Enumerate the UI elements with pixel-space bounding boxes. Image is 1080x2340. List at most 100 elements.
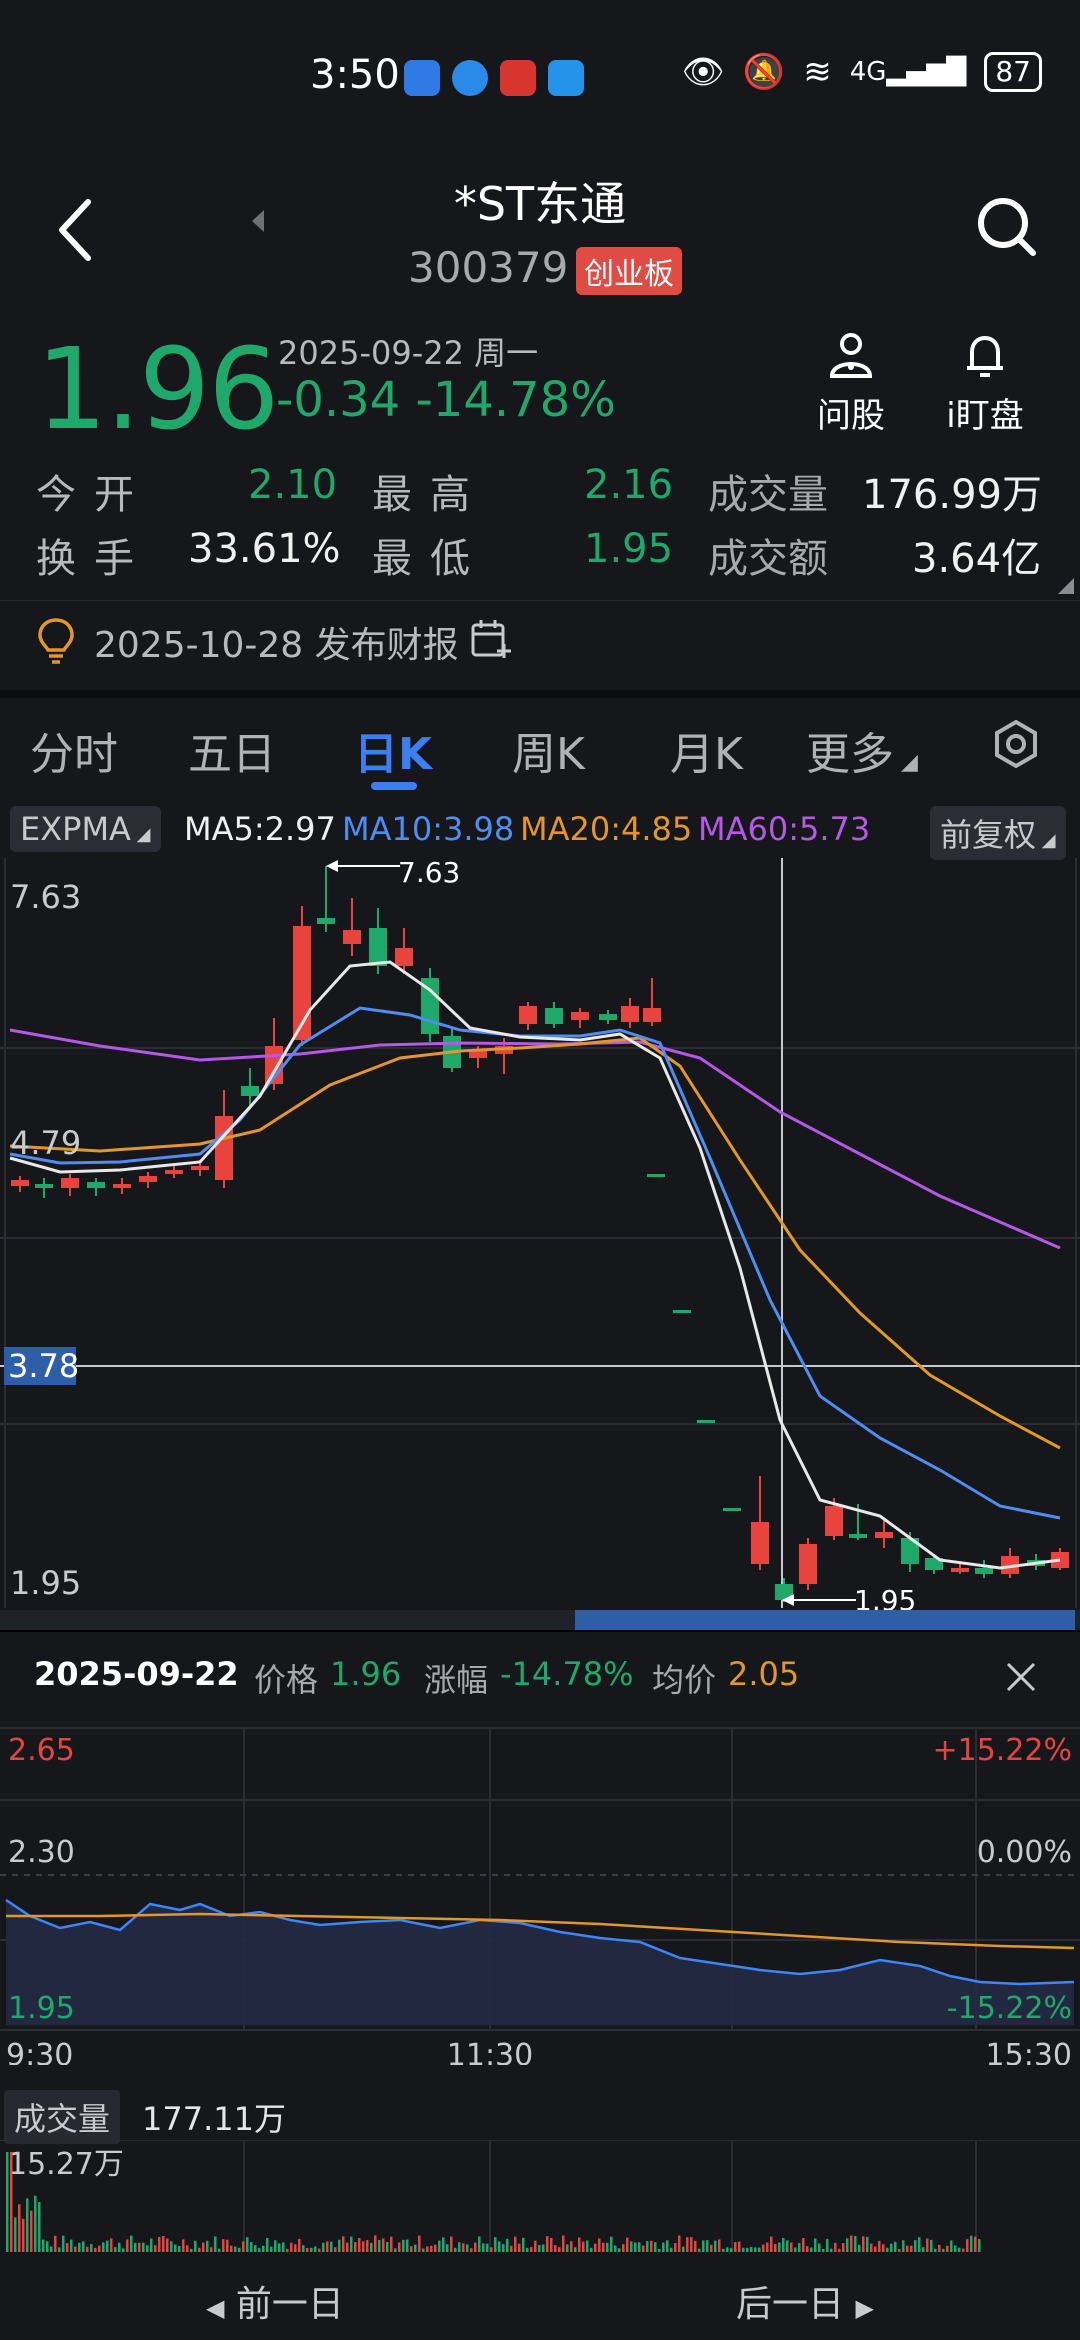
lightbulb-icon [38, 618, 74, 664]
candle-body [643, 1008, 661, 1022]
high-marker-arrow [326, 860, 338, 872]
volume-bar [514, 2236, 517, 2252]
volume-bar [274, 2240, 277, 2252]
watch-button[interactable]: i盯盘 [930, 330, 1040, 437]
volume-bar [754, 2247, 757, 2252]
ma5-value: MA5:2.97 [184, 810, 336, 848]
volume-bar [806, 2246, 809, 2252]
volume-bar [954, 2245, 957, 2252]
settings-icon[interactable] [990, 718, 1042, 770]
candle-body [113, 1184, 131, 1188]
volume-bar [158, 2236, 161, 2252]
adjust-label: 前复权 [940, 816, 1037, 854]
tab-monthly-k[interactable]: 月K [670, 718, 743, 782]
volume-bar [834, 2242, 837, 2252]
volume-bar [774, 2243, 777, 2252]
volume-bar [66, 2243, 69, 2252]
volume-bars [6, 2152, 981, 2252]
volume-bar [794, 2247, 797, 2252]
volume-bar [410, 2246, 413, 2252]
volume-bar [502, 2244, 505, 2252]
volume-bar [30, 2210, 33, 2252]
volume-bar [642, 2245, 645, 2252]
volume-bar [218, 2248, 221, 2252]
volume-bar [550, 2237, 553, 2252]
volume-bar [462, 2243, 465, 2252]
volume-bar [498, 2241, 501, 2252]
browser-notification-icon [452, 60, 488, 96]
volume-bar [530, 2247, 533, 2252]
tab-intraday[interactable]: 分时 [30, 718, 118, 782]
change-percent: -14.78% [415, 372, 616, 428]
next-day-button[interactable]: 后一日 ▶ [736, 2275, 874, 2327]
adjust-select[interactable]: 前复权 ◢ [930, 806, 1066, 860]
ask-stock-button[interactable]: 问股 [796, 330, 906, 437]
tab-daily-k[interactable]: 日K [354, 718, 432, 782]
amount-value: 3.64亿 [912, 536, 1042, 582]
expand-corner-icon[interactable] [1058, 578, 1074, 594]
volume-bar [50, 2246, 53, 2252]
tab-five-day[interactable]: 五日 [188, 718, 276, 782]
close-icon[interactable] [1004, 1660, 1038, 1694]
volume-bar [250, 2242, 253, 2252]
calendar-add-icon[interactable] [470, 618, 512, 660]
status-bar: 3:50 👁 🔕 ≋ 4G▂▄▆█ 87 [0, 0, 1080, 160]
volume-bar [882, 2244, 885, 2252]
volume-bar [714, 2240, 717, 2252]
volume-bar [654, 2242, 657, 2252]
high-value: 2.16 [584, 462, 674, 508]
candlesticks [11, 866, 1069, 1602]
volume-bar [106, 2240, 109, 2252]
volume-bar [98, 2245, 101, 2252]
volume-bar [542, 2244, 545, 2252]
volume-bar [190, 2248, 193, 2252]
info-change-value: -14.78% [500, 1655, 634, 1693]
prev-day-button[interactable]: ◀ 前一日 [206, 2275, 344, 2327]
prev-day-arrow-icon: ◀ [206, 2294, 225, 2322]
tab-weekly-k[interactable]: 周K [512, 718, 585, 782]
volume-bar [466, 2244, 469, 2252]
info-date: 2025-09-22 [34, 1655, 239, 1693]
volume-bar [750, 2246, 753, 2252]
indicator-name: EXPMA [20, 810, 131, 848]
volume-bar [970, 2235, 973, 2252]
volume-bar [694, 2241, 697, 2252]
volume-bar [94, 2247, 97, 2252]
ask-stock-label: 问股 [817, 396, 885, 436]
mute-icon: 🔕 [742, 52, 786, 92]
volume-bar [382, 2238, 385, 2252]
volume-bar [790, 2242, 793, 2252]
candle-body [673, 1310, 691, 1313]
signal-icon: 4G▂▄▆█ [849, 57, 967, 87]
volume-bar [370, 2242, 373, 2252]
ma10-line [9, 1006, 1061, 1520]
volume-bar [510, 2245, 513, 2252]
volume-bar [818, 2243, 821, 2252]
search-icon[interactable] [975, 195, 1039, 259]
volume-bar [74, 2246, 77, 2252]
volume-bar [210, 2247, 213, 2252]
volume-bar [354, 2242, 357, 2252]
kline-chart[interactable]: 7.63 4.79 3.78 1.95 7.63 1.95 [0, 858, 1080, 1628]
ma60-value: MA60:5.73 [698, 810, 871, 848]
candle-body [647, 1174, 665, 1177]
volume-bar [814, 2238, 817, 2252]
status-icons: 👁 🔕 ≋ 4G▂▄▆█ 87 [682, 52, 1042, 92]
indicator-select[interactable]: EXPMA ◢ [10, 806, 161, 852]
volume-bar [430, 2245, 433, 2252]
volume-bar [570, 2241, 573, 2252]
volume-bar [886, 2247, 889, 2252]
volume-bar [330, 2241, 333, 2252]
volume-bar [706, 2240, 709, 2252]
volume-bar [534, 2240, 537, 2252]
volume-bar [326, 2241, 329, 2252]
volume-bar [874, 2246, 877, 2252]
price-area [6, 1900, 1074, 2025]
volume-bar [798, 2243, 801, 2252]
volume-bar [846, 2238, 849, 2252]
tab-more[interactable]: 更多 ◢ [806, 718, 918, 782]
candle-body [241, 1086, 259, 1096]
volume-bar [70, 2239, 73, 2252]
candle-body [519, 1006, 537, 1024]
volume-bar [782, 2238, 785, 2252]
